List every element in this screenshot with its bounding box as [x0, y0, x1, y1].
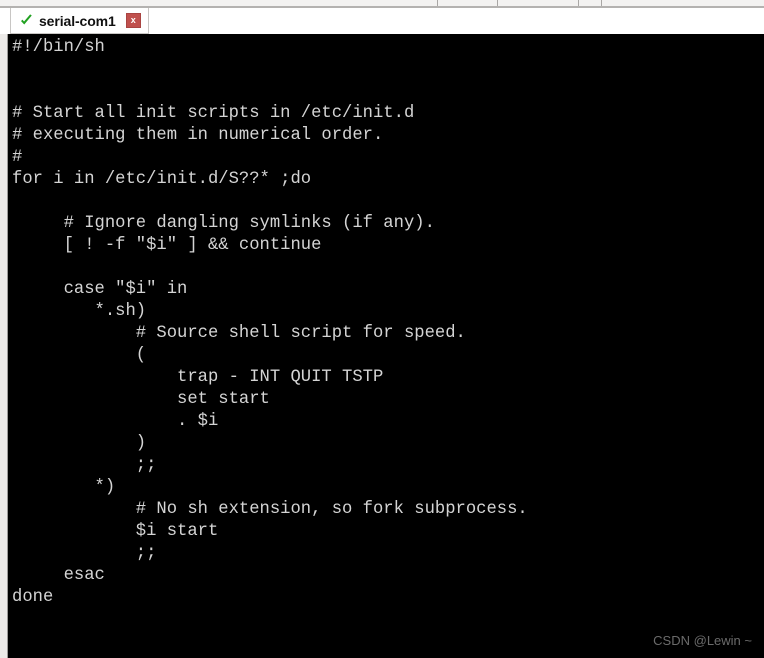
terminal-text: #!/bin/sh # Start all init scripts in /e…	[12, 38, 528, 607]
tab-label: serial-com1	[39, 12, 116, 29]
terminal-app-window: serial-com1 x #!/bin/sh # Start all init…	[0, 0, 764, 658]
toolbar-separator	[578, 0, 579, 6]
watermark: CSDN @Lewin ~	[653, 633, 752, 648]
terminal-screen[interactable]: #!/bin/sh # Start all init scripts in /e…	[9, 34, 764, 658]
green-check-icon	[21, 14, 32, 25]
close-icon[interactable]: x	[125, 13, 141, 28]
toolbar-separator	[497, 0, 498, 6]
tab-bar: serial-com1 x	[0, 8, 764, 34]
terminal-left-gutter	[0, 34, 8, 658]
tab-serial-com1[interactable]: serial-com1 x	[10, 8, 149, 34]
toolbar-strip	[0, 0, 764, 8]
toolbar-separator	[437, 0, 438, 6]
toolbar-separator	[601, 0, 602, 6]
terminal-frame: #!/bin/sh # Start all init scripts in /e…	[0, 34, 764, 658]
